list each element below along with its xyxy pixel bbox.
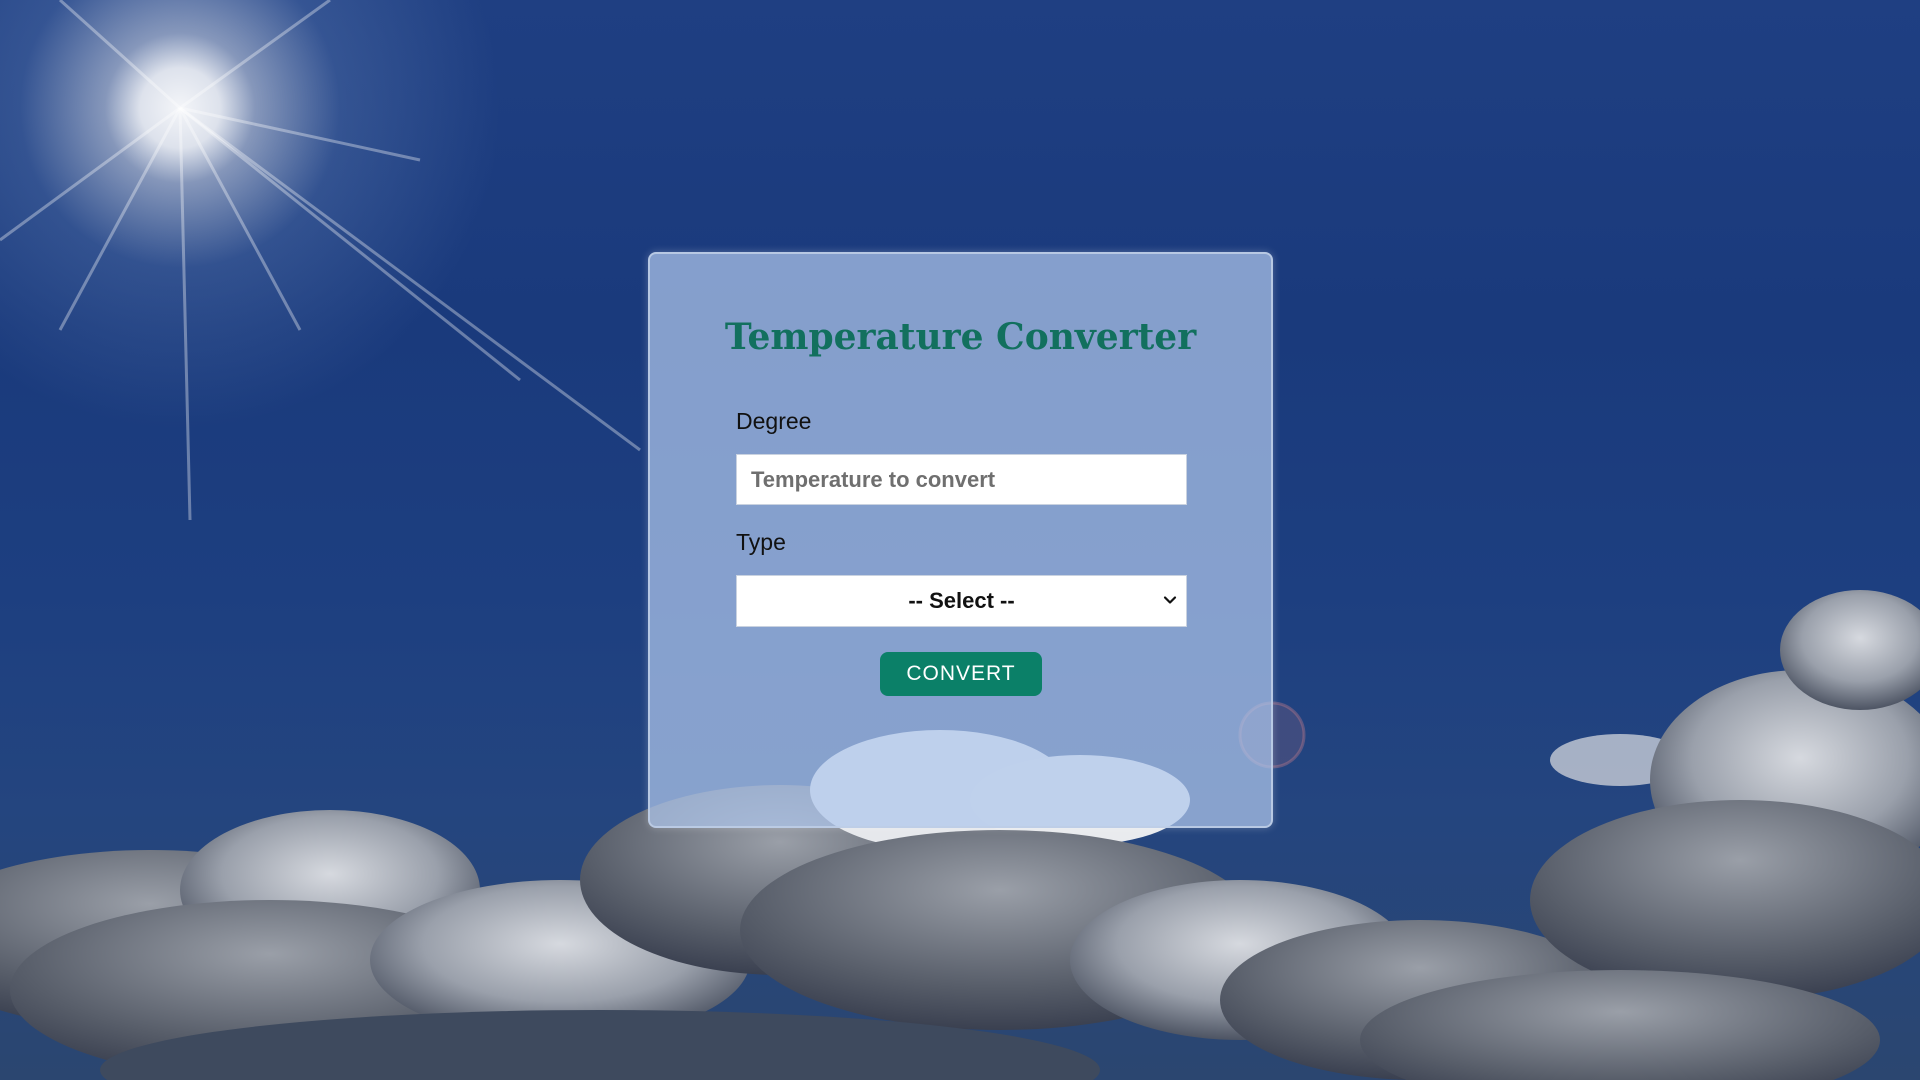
converter-card: Temperature Converter Degree Type -- Sel…: [648, 252, 1273, 828]
type-select-value: -- Select --: [908, 588, 1015, 613]
degree-input[interactable]: [736, 454, 1187, 505]
sun-rays: [0, 0, 641, 521]
degree-label: Degree: [736, 408, 812, 434]
convert-button[interactable]: CONVERT: [880, 652, 1042, 696]
chevron-down-icon: [1163, 596, 1177, 604]
type-select[interactable]: -- Select --: [736, 575, 1187, 627]
type-label: Type: [736, 529, 786, 555]
page-title: Temperature Converter: [724, 316, 1197, 358]
